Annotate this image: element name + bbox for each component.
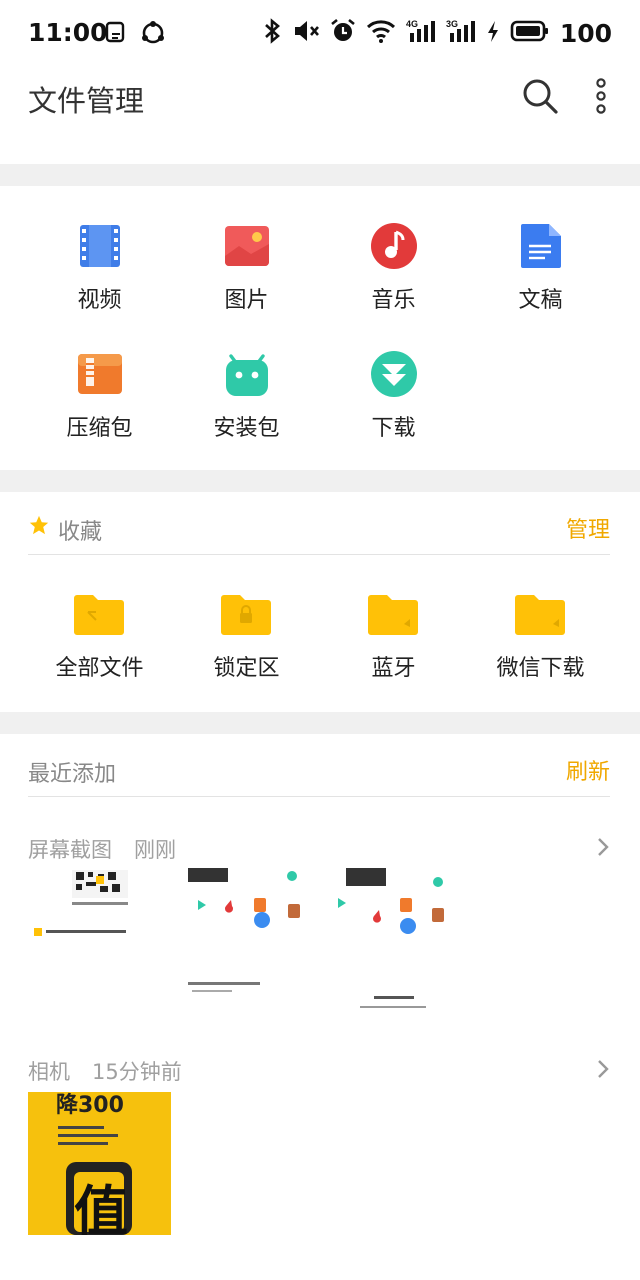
search-button[interactable] bbox=[518, 74, 562, 118]
document-icon bbox=[521, 224, 561, 268]
svg-text:3G: 3G bbox=[446, 19, 458, 29]
alarm-icon bbox=[330, 18, 356, 48]
favorite-label: 全部文件 bbox=[55, 656, 144, 681]
recent-group-camera[interactable]: 相机 15分钟前 bbox=[28, 1056, 610, 1096]
category-music[interactable]: 音乐 bbox=[320, 186, 467, 313]
recent-title: 最近添加 bbox=[28, 762, 117, 787]
music-icon bbox=[371, 223, 417, 269]
android-icon bbox=[226, 354, 268, 396]
camera-photo-thumbnail[interactable]: 降300 值 bbox=[28, 1092, 171, 1235]
section-divider bbox=[0, 164, 640, 186]
screenshot-thumbnail[interactable] bbox=[174, 868, 316, 1010]
screenshot-notification-icon bbox=[104, 20, 128, 50]
category-label: 图片 bbox=[224, 288, 269, 313]
charging-icon bbox=[486, 18, 500, 48]
group-time: 刚刚 bbox=[134, 838, 176, 862]
section-divider bbox=[0, 712, 640, 734]
more-options-button[interactable] bbox=[579, 74, 623, 118]
favorite-label: 蓝牙 bbox=[371, 656, 416, 681]
category-label: 压缩包 bbox=[66, 416, 133, 441]
category-label: 文稿 bbox=[518, 288, 563, 313]
more-vertical-icon bbox=[596, 78, 606, 114]
category-label: 下载 bbox=[371, 416, 416, 441]
svg-text:4G: 4G bbox=[406, 19, 418, 29]
screenshot-thumbnail[interactable] bbox=[320, 868, 462, 1010]
category-label: 音乐 bbox=[371, 288, 416, 313]
wechat-folder-icon bbox=[515, 595, 565, 635]
favorite-wechat-download[interactable]: 微信下载 bbox=[467, 492, 614, 681]
battery-icon bbox=[510, 19, 550, 47]
battery-level: 100 bbox=[559, 18, 612, 48]
category-label: 视频 bbox=[77, 288, 122, 313]
folder-icon bbox=[74, 595, 124, 635]
category-label: 安装包 bbox=[213, 416, 280, 441]
mute-icon bbox=[292, 18, 320, 48]
video-icon bbox=[80, 225, 120, 267]
image-icon bbox=[225, 226, 269, 266]
category-archive[interactable]: 压缩包 bbox=[26, 314, 173, 441]
svg-text:值: 值 bbox=[74, 1180, 128, 1235]
search-icon bbox=[523, 79, 558, 114]
status-time: 11:00 bbox=[28, 18, 108, 47]
category-download[interactable]: 下载 bbox=[320, 314, 467, 441]
svg-text:降300: 降300 bbox=[56, 1093, 124, 1118]
locked-folder-icon bbox=[221, 595, 271, 635]
bluetooth-folder-icon bbox=[368, 595, 418, 635]
category-grid: 视频 图片 音乐 文稿 压缩包 安装包 下载 bbox=[0, 186, 640, 470]
sync-icon bbox=[140, 20, 166, 50]
favorite-locked-area[interactable]: 锁定区 bbox=[173, 492, 320, 681]
chevron-right-icon bbox=[598, 1060, 609, 1078]
wifi-icon bbox=[366, 18, 396, 48]
download-icon bbox=[371, 351, 417, 397]
bluetooth-icon bbox=[262, 18, 282, 48]
recent-header: 最近添加 刷新 bbox=[28, 734, 610, 797]
category-video[interactable]: 视频 bbox=[26, 186, 173, 313]
favorites-section: 收藏 管理 全部文件 锁定区 蓝牙 微信下载 bbox=[0, 492, 640, 712]
favorite-all-files[interactable]: 全部文件 bbox=[26, 492, 173, 681]
category-apk[interactable]: 安装包 bbox=[173, 314, 320, 441]
category-image[interactable]: 图片 bbox=[173, 186, 320, 313]
group-name: 屏幕截图 bbox=[28, 838, 112, 862]
signal-4g-icon: 4G bbox=[406, 18, 436, 48]
category-document[interactable]: 文稿 bbox=[467, 186, 614, 313]
recent-section: 最近添加 刷新 屏幕截图 刚刚 相机 15分钟前 降300 值 bbox=[0, 734, 640, 1280]
page-title: 文件管理 bbox=[28, 84, 145, 118]
refresh-button[interactable]: 刷新 bbox=[566, 754, 610, 786]
screenshot-thumbnail[interactable] bbox=[28, 868, 170, 1010]
section-divider bbox=[0, 470, 640, 492]
chevron-right-icon bbox=[598, 838, 609, 856]
signal-3g-icon: 3G bbox=[446, 18, 476, 48]
favorite-label: 微信下载 bbox=[496, 656, 585, 681]
favorite-label: 锁定区 bbox=[213, 656, 280, 681]
group-time: 15分钟前 bbox=[92, 1060, 182, 1084]
favorite-bluetooth[interactable]: 蓝牙 bbox=[320, 492, 467, 681]
status-bar: 11:00 4G 3G 100 bbox=[0, 0, 640, 66]
app-header: 文件管理 bbox=[0, 66, 640, 164]
archive-icon bbox=[78, 354, 122, 394]
group-name: 相机 bbox=[28, 1060, 70, 1084]
